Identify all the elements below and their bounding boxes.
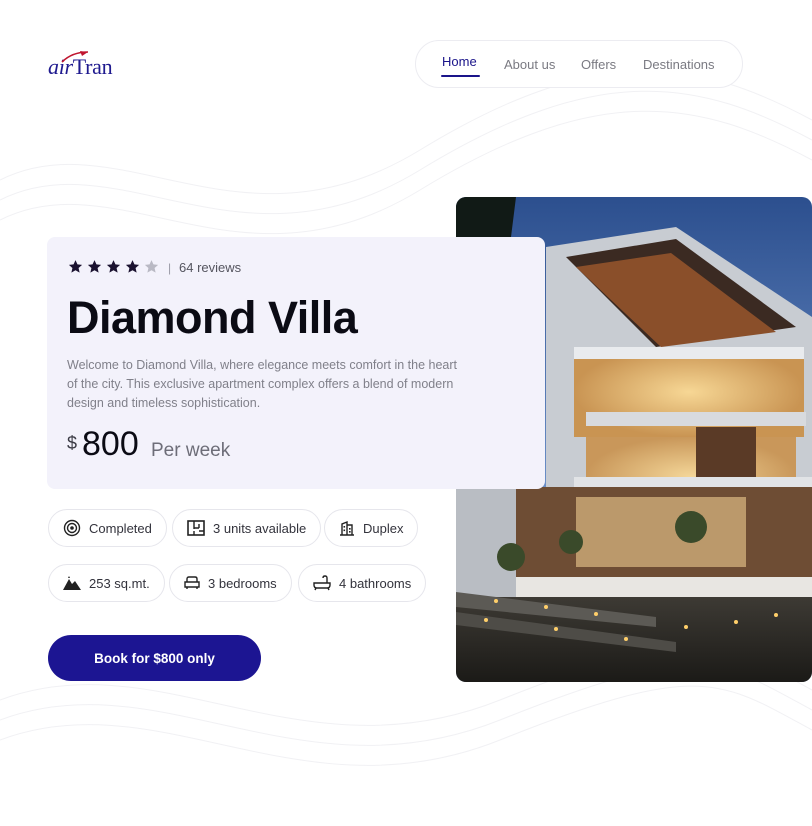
nav-item-about-us[interactable]: About us [504, 57, 555, 72]
listing-description: Welcome to Diamond Villa, where elegance… [67, 358, 458, 410]
star-filled-icon [125, 260, 140, 273]
listing-title: Diamond Villa [67, 292, 358, 343]
price-currency: $ [67, 433, 78, 453]
feature-chip-area: 253 sq.mt. [48, 564, 165, 602]
brand-logo[interactable]: airTran [48, 50, 113, 80]
feature-chip-bedrooms: 3 bedrooms [169, 564, 292, 602]
rating-separator: | [168, 261, 172, 275]
star-filled-icon [68, 260, 83, 273]
price-amount: 800 [82, 425, 139, 463]
feature-chip-bathrooms: 4 bathrooms [298, 564, 427, 602]
sofa-icon [184, 576, 200, 589]
building-icon [340, 520, 354, 536]
star-empty-icon [144, 260, 159, 273]
price-period: Per week [151, 440, 231, 461]
feature-label: Completed [89, 520, 152, 536]
nav-item-offers[interactable]: Offers [581, 57, 616, 72]
feature-label: 3 bedrooms [208, 575, 277, 591]
star-filled-icon [106, 260, 121, 273]
mountain-icon [63, 576, 81, 590]
nav-item-home[interactable]: Home [442, 54, 477, 69]
rating-stars [68, 259, 159, 274]
feature-chip-type: Duplex [324, 509, 419, 547]
target-icon [63, 519, 81, 537]
plane-icon [61, 51, 89, 63]
nav-item-destinations[interactable]: Destinations [643, 57, 715, 72]
bathtub-icon [313, 575, 331, 591]
feature-label: Duplex [363, 520, 404, 536]
feature-chip-units: 3 units available [172, 509, 322, 547]
feature-label: 4 bathrooms [339, 575, 412, 591]
nav-active-indicator [441, 75, 480, 77]
feature-label: 3 units available [213, 520, 307, 536]
star-filled-icon [87, 260, 102, 273]
feature-label: 253 sq.mt. [89, 575, 150, 591]
book-button[interactable]: Book for $800 only [48, 635, 261, 681]
floorplan-icon [187, 520, 205, 536]
reviews-count[interactable]: 64 reviews [179, 260, 241, 275]
feature-chip-status: Completed [48, 509, 167, 547]
